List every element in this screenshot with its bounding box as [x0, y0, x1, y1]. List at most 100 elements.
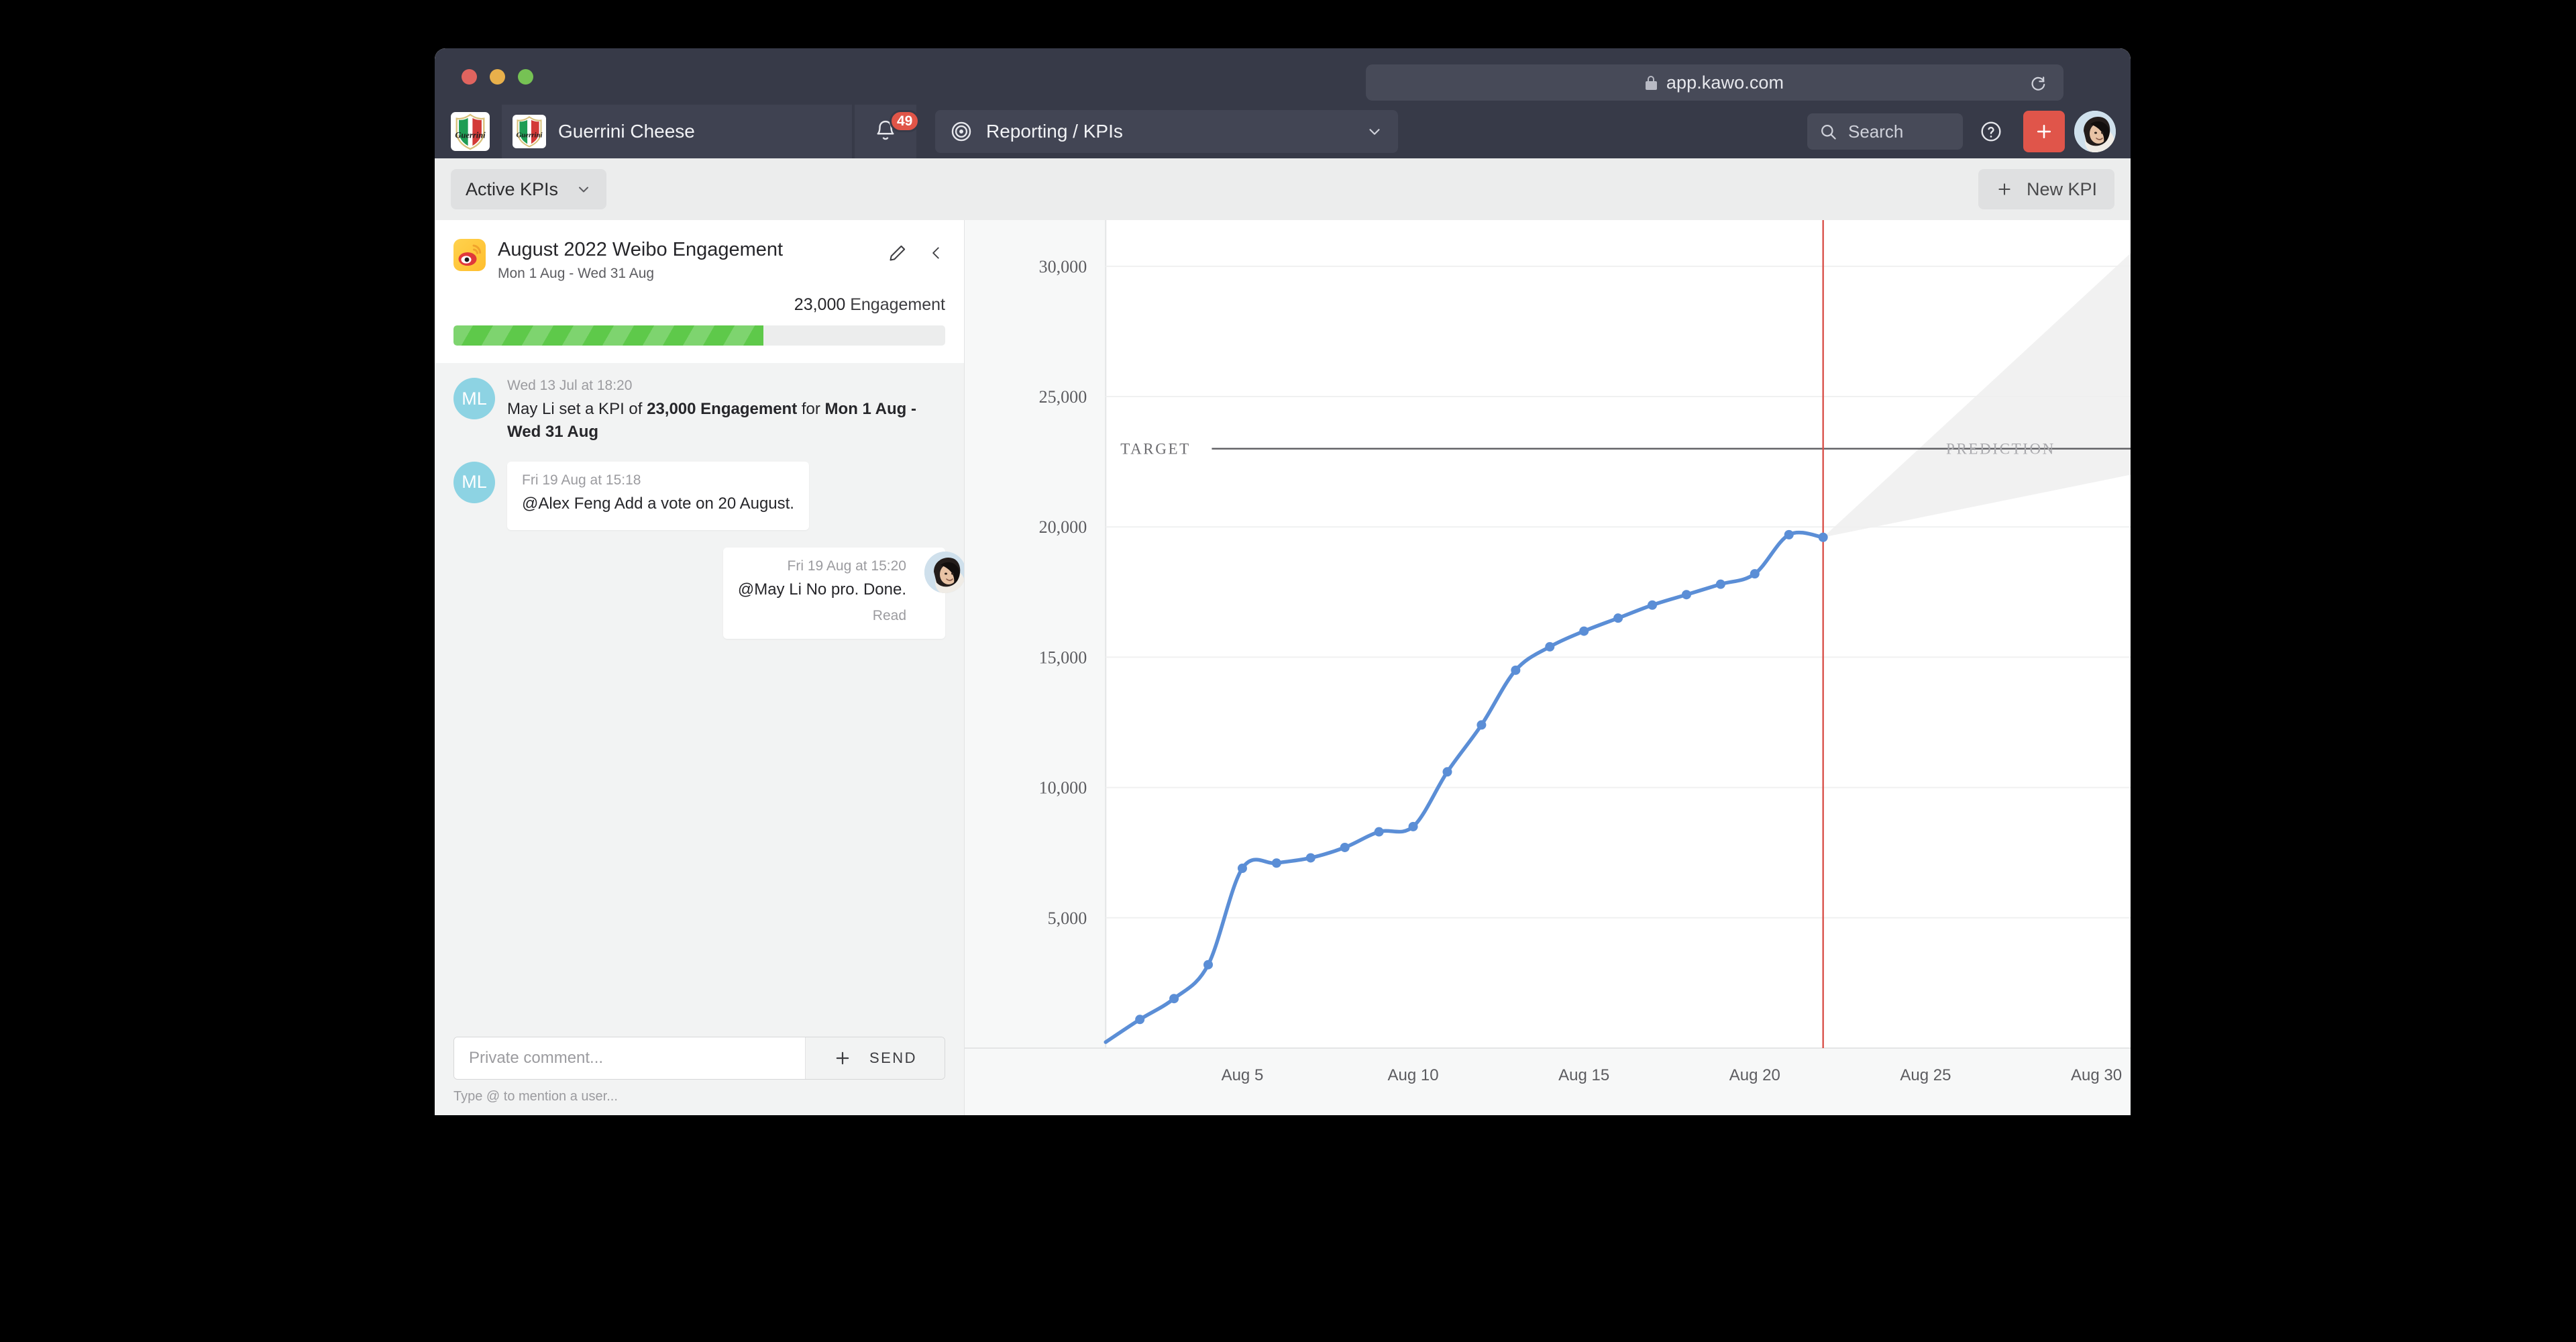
message-text: @May Li No pro. Done. — [738, 578, 906, 601]
avatar: ML — [453, 378, 495, 419]
search-placeholder: Search — [1848, 121, 1903, 142]
module-label: Reporting / KPIs — [986, 121, 1352, 142]
svg-text:Guerrini: Guerrini — [455, 131, 486, 140]
notification-badge: 49 — [890, 110, 920, 132]
data-point[interactable] — [1648, 601, 1657, 610]
chevron-down-icon — [1366, 123, 1383, 140]
reload-icon[interactable] — [2029, 73, 2047, 92]
pencil-icon[interactable] — [888, 243, 908, 263]
data-point[interactable] — [1272, 858, 1281, 868]
data-point[interactable] — [1819, 533, 1828, 542]
kpi-progress-bar — [453, 325, 945, 346]
lock-icon — [1646, 76, 1657, 90]
kpi-chart: 5,00010,00015,00020,00025,00030,000Aug 5… — [965, 220, 2131, 1115]
data-point[interactable] — [1340, 843, 1350, 852]
data-point[interactable] — [1613, 613, 1623, 623]
y-axis-tick: 30,000 — [1039, 257, 1087, 276]
list-item: ML Wed 13 Jul at 18:20 May Li set a KPI … — [453, 378, 945, 444]
notifications-button[interactable]: 49 — [855, 105, 916, 158]
data-point[interactable] — [1306, 853, 1316, 862]
message-text: @Alex Feng Add a vote on 20 August. — [522, 493, 794, 515]
svg-text:Guerrini: Guerrini — [516, 131, 542, 139]
avatar[interactable] — [2074, 111, 2116, 152]
data-point[interactable] — [1579, 627, 1589, 636]
window-controls — [462, 48, 533, 105]
kpi-detail-panel: August 2022 Weibo Engagement Mon 1 Aug -… — [435, 220, 965, 1115]
new-kpi-button[interactable]: New KPI — [1978, 169, 2114, 209]
message-status: Read — [738, 608, 906, 624]
workspace-switcher[interactable]: Guerrini Guerrini Cheese — [502, 105, 852, 158]
kpi-toolbar: Active KPIs New KPI — [435, 158, 2131, 220]
content-area: August 2022 Weibo Engagement Mon 1 Aug -… — [435, 220, 2131, 1115]
browser-window: app.kawo.com Guerrini — [435, 48, 2131, 1115]
data-point[interactable] — [1169, 994, 1179, 1003]
data-point[interactable] — [1716, 580, 1725, 589]
data-point[interactable] — [1545, 642, 1554, 652]
plus-icon — [2034, 121, 2054, 142]
data-point[interactable] — [1750, 569, 1760, 578]
y-axis-tick: 15,000 — [1039, 648, 1087, 667]
y-axis-tick: 5,000 — [1048, 909, 1087, 928]
data-point[interactable] — [1511, 666, 1520, 675]
data-point[interactable] — [1203, 960, 1213, 970]
address-bar[interactable]: app.kawo.com — [1366, 64, 2063, 101]
data-point[interactable] — [1375, 827, 1384, 837]
send-button[interactable]: SEND — [869, 1049, 917, 1067]
x-axis-tick: Aug 5 — [1222, 1066, 1264, 1084]
message-content: Add a vote on 20 August. — [610, 495, 794, 513]
plus-icon[interactable] — [833, 1049, 852, 1068]
close-window-button[interactable] — [462, 69, 477, 85]
message-timestamp: Fri 19 Aug at 15:20 — [738, 558, 906, 574]
data-point[interactable] — [1477, 720, 1486, 729]
data-point[interactable] — [1238, 864, 1247, 873]
kpi-filter-dropdown[interactable]: Active KPIs — [451, 169, 606, 209]
data-point[interactable] — [1442, 767, 1452, 776]
kpi-metric-label: Engagement — [850, 295, 945, 314]
search-input[interactable]: Search — [1807, 113, 1963, 150]
x-axis-tick: Aug 10 — [1388, 1066, 1439, 1084]
url-text: app.kawo.com — [1666, 72, 1784, 93]
kpi-target-row: 23,000 Engagement — [453, 295, 945, 315]
composer-actions: SEND — [805, 1037, 945, 1079]
plus-icon — [1996, 180, 2013, 198]
x-axis-tick: Aug 30 — [2071, 1066, 2122, 1084]
composer-box: SEND — [453, 1037, 945, 1080]
chevron-down-icon — [576, 181, 592, 197]
module-selector[interactable]: Reporting / KPIs — [935, 110, 1398, 153]
message-for: for — [797, 400, 824, 418]
create-button[interactable] — [2023, 111, 2065, 152]
data-point[interactable] — [1682, 590, 1691, 599]
workspace-logo[interactable]: Guerrini — [451, 112, 490, 151]
comment-input[interactable] — [454, 1037, 805, 1079]
minimize-window-button[interactable] — [490, 69, 505, 85]
help-circle-icon — [1980, 120, 2002, 143]
workspace-name: Guerrini Cheese — [558, 121, 695, 142]
list-item: ML Fri 19 Aug at 15:18 @Alex Feng Add a … — [453, 462, 945, 530]
header-actions: Search — [1807, 105, 2131, 158]
workspace-avatar: Guerrini — [513, 115, 546, 148]
kpi-actions — [888, 239, 945, 263]
help-button[interactable] — [1963, 105, 2019, 158]
list-item: Fri 19 Aug at 15:20 @May Li No pro. Done… — [453, 548, 945, 639]
chevron-left-icon[interactable] — [928, 244, 945, 262]
kpi-progress-fill — [453, 325, 763, 346]
data-point[interactable] — [1784, 530, 1794, 539]
data-point[interactable] — [1409, 822, 1418, 831]
mention-link[interactable]: @May Li — [738, 580, 802, 599]
kpi-target-value: 23,000 — [794, 295, 845, 314]
target-icon — [950, 120, 973, 143]
comment-composer: SEND Type @ to mention a user... — [435, 1037, 964, 1115]
message-verb: set a KPI of — [555, 400, 647, 418]
kpi-header-row: August 2022 Weibo Engagement Mon 1 Aug -… — [453, 239, 945, 282]
maximize-window-button[interactable] — [518, 69, 533, 85]
new-kpi-label: New KPI — [2027, 179, 2097, 200]
target-label: TARGET — [1120, 440, 1191, 458]
message-content: No pro. Done. — [802, 580, 906, 599]
composer-hint: Type @ to mention a user... — [453, 1089, 945, 1104]
kpi-filter-label: Active KPIs — [466, 179, 558, 200]
mention-link[interactable]: @Alex Feng — [522, 495, 610, 513]
y-axis-tick: 25,000 — [1039, 387, 1087, 407]
data-point[interactable] — [1135, 1015, 1144, 1024]
message-bubble: Fri 19 Aug at 15:20 @May Li No pro. Done… — [723, 548, 945, 639]
avatar: ML — [453, 462, 495, 503]
